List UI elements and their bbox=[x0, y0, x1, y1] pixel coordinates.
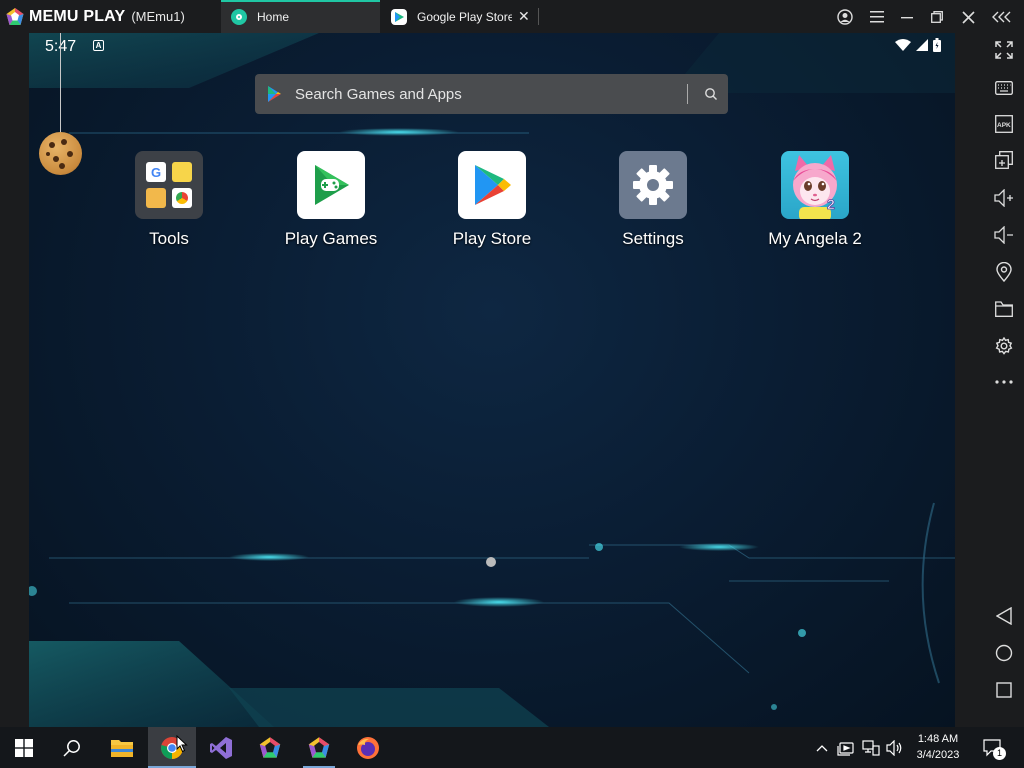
cookie-string bbox=[60, 33, 61, 133]
windows-taskbar: 1:48 AM 3/4/2023 1 bbox=[0, 727, 1024, 768]
app-label: My Angela 2 bbox=[768, 229, 862, 248]
more-icon[interactable] bbox=[984, 367, 1024, 397]
search-divider bbox=[687, 84, 688, 104]
clock-time: 1:48 AM bbox=[917, 733, 959, 745]
app-play-games[interactable]: Play Games bbox=[276, 151, 386, 249]
collapse-sidebar-icon[interactable] bbox=[991, 6, 1013, 28]
apk-install-icon[interactable]: APK bbox=[984, 109, 1024, 139]
volume-up-icon[interactable] bbox=[984, 183, 1024, 213]
instance-name: (MEmu1) bbox=[131, 9, 185, 24]
account-icon[interactable] bbox=[834, 6, 856, 28]
memu-multi-instance-icon[interactable] bbox=[246, 727, 294, 768]
memu-play-taskbar-icon[interactable] bbox=[295, 727, 343, 768]
restore-icon[interactable] bbox=[926, 6, 948, 28]
tab-home-label: Home bbox=[257, 9, 290, 24]
toolbar-gap bbox=[955, 33, 984, 727]
search-bar[interactable]: Search Games and Apps bbox=[255, 74, 728, 114]
tab-divider bbox=[538, 8, 539, 25]
tab-google-play-store[interactable]: Google Play Store ✕ bbox=[381, 0, 538, 33]
google-play-logo-icon bbox=[268, 86, 281, 102]
right-toolbar: APK bbox=[984, 33, 1024, 727]
search-placeholder: Search Games and Apps bbox=[295, 85, 462, 103]
fullscreen-icon[interactable] bbox=[984, 35, 1024, 65]
tools-folder-icon: G bbox=[135, 151, 203, 219]
settings-icon[interactable] bbox=[984, 331, 1024, 361]
title-bar: MEMU PLAY (MEmu1) Home Google Play Store… bbox=[0, 0, 1024, 33]
memu-home-icon bbox=[231, 8, 247, 25]
close-icon[interactable] bbox=[957, 6, 979, 28]
volume-down-icon[interactable] bbox=[984, 220, 1024, 250]
location-icon[interactable] bbox=[984, 257, 1024, 287]
network-icon[interactable] bbox=[860, 727, 882, 768]
keyboard-icon[interactable] bbox=[984, 73, 1024, 103]
file-explorer-icon[interactable] bbox=[98, 727, 146, 768]
search-taskbar-icon[interactable] bbox=[48, 727, 96, 768]
wallpaper-decoration bbox=[29, 33, 955, 727]
search-icon[interactable] bbox=[704, 87, 718, 101]
svg-text:APK: APK bbox=[997, 122, 1011, 129]
notification-a-icon: A bbox=[93, 40, 104, 51]
folder-icon[interactable] bbox=[984, 294, 1024, 324]
cookie-icon[interactable] bbox=[39, 132, 82, 175]
app-label: Tools bbox=[149, 229, 189, 248]
settings-gear-icon bbox=[619, 151, 687, 219]
status-icons bbox=[895, 38, 941, 52]
app-label: Play Store bbox=[452, 229, 532, 248]
back-icon[interactable] bbox=[984, 601, 1024, 631]
minimize-icon[interactable] bbox=[896, 6, 918, 28]
android-home-screen: 5:47 A Search Games and Apps G bbox=[29, 33, 955, 727]
action-center-icon[interactable]: 1 bbox=[980, 727, 1006, 768]
play-games-icon bbox=[297, 151, 365, 219]
multi-window-icon[interactable] bbox=[984, 145, 1024, 175]
windows-start-icon[interactable] bbox=[0, 727, 48, 768]
brand-name: MEMU PLAY bbox=[29, 7, 126, 25]
firefox-icon[interactable] bbox=[344, 727, 392, 768]
app-settings[interactable]: Settings bbox=[598, 151, 708, 249]
signal-icon bbox=[916, 39, 928, 51]
app-play-store[interactable]: Play Store bbox=[437, 151, 547, 249]
app-my-angela-2[interactable]: 2 My Angela 2 bbox=[760, 151, 870, 249]
battery-icon bbox=[933, 38, 941, 52]
page-indicator-dot bbox=[486, 557, 496, 567]
app-label: Play Games bbox=[284, 229, 378, 248]
play-store-icon bbox=[391, 8, 407, 25]
menu-icon[interactable] bbox=[866, 6, 888, 28]
svg-text:2: 2 bbox=[827, 196, 835, 212]
tray-app-icon[interactable] bbox=[835, 727, 857, 768]
tab-close-icon[interactable]: ✕ bbox=[518, 8, 530, 25]
screen-left-border bbox=[0, 33, 29, 727]
recents-icon[interactable] bbox=[984, 675, 1024, 705]
tab-home[interactable]: Home bbox=[221, 0, 380, 33]
speaker-icon[interactable] bbox=[884, 727, 906, 768]
wifi-icon bbox=[895, 39, 911, 51]
app-label: Settings bbox=[622, 229, 684, 248]
my-angela-icon: 2 bbox=[781, 151, 849, 219]
tab-store-label: Google Play Store bbox=[417, 9, 512, 24]
visual-studio-icon[interactable] bbox=[197, 727, 245, 768]
brand: MEMU PLAY (MEmu1) bbox=[5, 6, 185, 27]
app-tools[interactable]: G Tools bbox=[114, 151, 224, 249]
play-store-icon bbox=[458, 151, 526, 219]
taskbar-clock[interactable]: 1:48 AM 3/4/2023 bbox=[906, 731, 970, 763]
clock-date: 3/4/2023 bbox=[916, 749, 960, 761]
mouse-cursor-icon bbox=[176, 735, 188, 753]
memu-logo-icon bbox=[6, 7, 24, 25]
notification-count: 1 bbox=[993, 747, 1006, 760]
home-icon[interactable] bbox=[984, 638, 1024, 668]
chrome-icon[interactable] bbox=[148, 727, 196, 768]
show-hidden-icons-icon[interactable] bbox=[812, 727, 832, 768]
